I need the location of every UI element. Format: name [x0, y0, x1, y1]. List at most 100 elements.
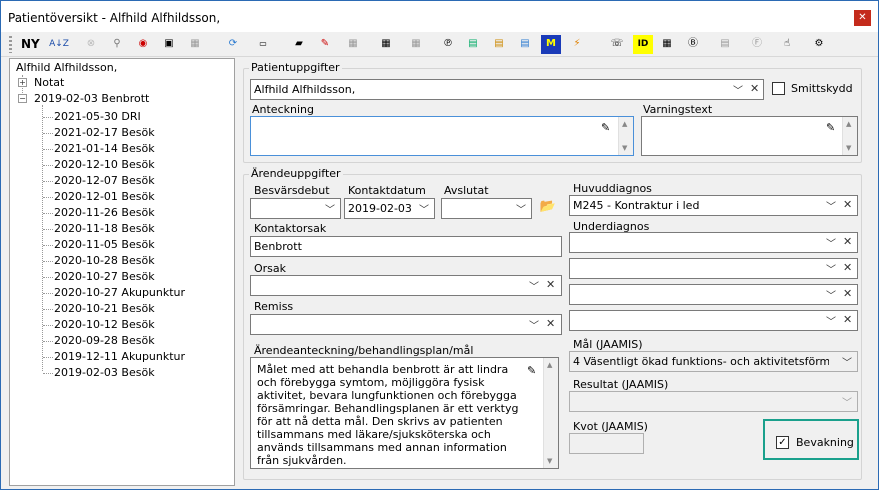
tree-child-item[interactable]: 2021-01-14 Besök	[54, 142, 155, 155]
patient-tree[interactable]: Alfhild Alfhildsson, + Notat − 2019-02-0…	[9, 58, 235, 486]
bevakning-checkbox[interactable]: ✓	[776, 436, 789, 449]
tree-child-item[interactable]: 2020-10-28 Besök	[54, 254, 155, 267]
kontaktdatum-field[interactable]: 2019-02-03 ﹀	[344, 198, 435, 219]
tid-icon[interactable]: ▣	[159, 35, 179, 54]
chevron-down-icon[interactable]: ﹀	[325, 201, 335, 216]
arendeanteckning-textarea[interactable]: Målet med att behandla benbrott är att l…	[250, 357, 559, 469]
clear-icon[interactable]: ✕	[843, 287, 852, 300]
journal-icon[interactable]: ▭	[251, 35, 275, 54]
pointer-icon[interactable]: ☝	[777, 35, 797, 54]
besok-grid-icon-1[interactable]: ▦	[343, 35, 363, 54]
lifebuoy-icon[interactable]: ◉	[133, 35, 153, 54]
chevron-down-icon[interactable]: ﹀	[516, 201, 526, 216]
scrollbar[interactable]: ▲ ▼	[842, 117, 857, 155]
save-icon[interactable]: ▦	[185, 35, 205, 54]
anteckning-textarea[interactable]: ✎ ▲ ▼	[250, 116, 634, 156]
clear-icon[interactable]: ✕	[843, 261, 852, 274]
tree-child-item[interactable]: 2019-02-03 Besök	[54, 366, 155, 379]
huvuddiagnos-field[interactable]: M245 - Kontraktur i led ﹀ ✕	[569, 195, 858, 216]
scrollbar[interactable]: ▲ ▼	[543, 358, 558, 468]
mal-select[interactable]: 4 Väsentligt ökad funktions- och aktivit…	[569, 351, 858, 372]
smittskydd-checkbox[interactable]	[772, 82, 785, 95]
underdiagnos-field[interactable]: ﹀ ✕	[569, 258, 858, 279]
tree-child-item[interactable]: 2020-10-12 Besök	[54, 318, 155, 331]
tree-child-item[interactable]: 2019-12-11 Akupunktur	[54, 350, 185, 363]
tree-child-item[interactable]: 2020-10-27 Besök	[54, 270, 155, 283]
open-folder-icon[interactable]: 📂	[538, 198, 558, 217]
underdiagnos-field[interactable]: ﹀ ✕	[569, 232, 858, 253]
chevron-down-icon[interactable]: ﹀	[826, 261, 836, 276]
notes-icon[interactable]: ▤	[489, 35, 509, 54]
expand-notat-icon[interactable]: +	[18, 78, 27, 87]
collapse-benbrott-icon[interactable]: −	[18, 94, 27, 103]
settings-icon[interactable]: ⚙	[809, 35, 829, 54]
clear-icon[interactable]: ✕	[843, 235, 852, 248]
tree-child-item[interactable]: 2021-02-17 Besök	[54, 126, 155, 139]
list-icon[interactable]: ▤	[515, 35, 535, 54]
book-icon[interactable]: ▤	[463, 35, 483, 54]
tree-root[interactable]: Alfhild Alfhildsson,	[16, 61, 117, 74]
resultat-select[interactable]: ﹀	[569, 391, 858, 412]
tree-child-item[interactable]: 2020-11-26 Besök	[54, 206, 155, 219]
tree-child-item[interactable]: 2020-12-10 Besök	[54, 158, 155, 171]
edit-icon[interactable]: ✎	[315, 35, 335, 54]
varningstext-textarea[interactable]: ✎ ▲ ▼	[641, 116, 858, 156]
clear-icon[interactable]: ✕	[750, 82, 759, 95]
besok-grid-icon-3[interactable]: ▦	[406, 35, 426, 54]
kontaktorsak-field[interactable]: Benbrott	[250, 236, 562, 257]
tree-node-benbrott[interactable]: 2019-02-03 Benbrott	[34, 92, 149, 105]
clear-icon[interactable]: ✕	[546, 317, 555, 330]
new-button[interactable]: NY	[21, 35, 40, 54]
clear-icon[interactable]: ✕	[843, 313, 852, 326]
remiss-field[interactable]: ﹀ ✕	[250, 314, 562, 335]
id-icon[interactable]: ID	[633, 35, 653, 54]
refresh-icon[interactable]: ⟳	[223, 35, 243, 54]
chevron-down-icon[interactable]: ﹀	[842, 354, 852, 369]
sms-icon[interactable]: ☏	[607, 35, 627, 54]
tree-child-item[interactable]: 2020-10-21 Besök	[54, 302, 155, 315]
chevron-down-icon[interactable]: ﹀	[419, 201, 429, 216]
chevron-down-icon[interactable]: ﹀	[842, 394, 852, 409]
form-icon[interactable]: ▤	[715, 35, 735, 54]
b-icon[interactable]: Ⓑ	[683, 35, 703, 54]
chevron-down-icon[interactable]: ﹀	[826, 198, 836, 213]
lightning-icon[interactable]: ⚡	[567, 35, 587, 54]
orsak-field[interactable]: ﹀ ✕	[250, 275, 562, 296]
tree-child-item[interactable]: 2021-05-30 DRI	[54, 110, 141, 123]
briefcase-icon[interactable]: ▰	[289, 35, 309, 54]
f-icon[interactable]: Ⓕ	[747, 35, 767, 54]
chevron-down-icon[interactable]: ﹀	[733, 82, 743, 97]
besvarsdebut-field[interactable]: ﹀	[250, 198, 341, 219]
sort-icon[interactable]: A↓Z	[47, 35, 71, 54]
chevron-down-icon[interactable]: ﹀	[529, 278, 539, 293]
cancel-icon[interactable]: ⊗	[81, 35, 101, 54]
search-person-icon[interactable]: ⚲	[107, 35, 127, 54]
kvot-field[interactable]	[569, 433, 644, 454]
besok-grid-icon-2[interactable]: ▦	[376, 35, 396, 54]
p-icon[interactable]: ℗	[438, 35, 458, 54]
chevron-down-icon[interactable]: ﹀	[529, 317, 539, 332]
calculator-icon[interactable]: ▦	[657, 35, 677, 54]
tree-child-item[interactable]: 2020-11-05 Besök	[54, 238, 155, 251]
m-icon[interactable]: M	[541, 35, 561, 54]
close-button[interactable]: ✕	[854, 10, 871, 26]
tree-child-item[interactable]: 2020-09-28 Besök	[54, 334, 155, 347]
chevron-down-icon[interactable]: ﹀	[826, 313, 836, 328]
pen-icon[interactable]: ✎	[527, 364, 536, 377]
toolbar-grip-icon[interactable]	[9, 36, 12, 53]
avslutat-field[interactable]: ﹀	[441, 198, 532, 219]
chevron-down-icon[interactable]: ﹀	[826, 287, 836, 302]
pen-icon[interactable]: ✎	[601, 121, 610, 134]
clear-icon[interactable]: ✕	[546, 278, 555, 291]
clear-icon[interactable]: ✕	[843, 198, 852, 211]
tree-child-item[interactable]: 2020-12-07 Besök	[54, 174, 155, 187]
pen-icon[interactable]: ✎	[826, 121, 835, 134]
patient-name-field[interactable]: Alfhild Alfhildsson, ﹀ ✕	[250, 79, 764, 100]
chevron-down-icon[interactable]: ﹀	[826, 235, 836, 250]
tree-child-item[interactable]: 2020-11-18 Besök	[54, 222, 155, 235]
tree-node-notat[interactable]: Notat	[34, 76, 64, 89]
underdiagnos-field[interactable]: ﹀ ✕	[569, 310, 858, 331]
tree-child-item[interactable]: 2020-12-01 Besök	[54, 190, 155, 203]
underdiagnos-field[interactable]: ﹀ ✕	[569, 284, 858, 305]
scrollbar[interactable]: ▲ ▼	[618, 117, 633, 155]
